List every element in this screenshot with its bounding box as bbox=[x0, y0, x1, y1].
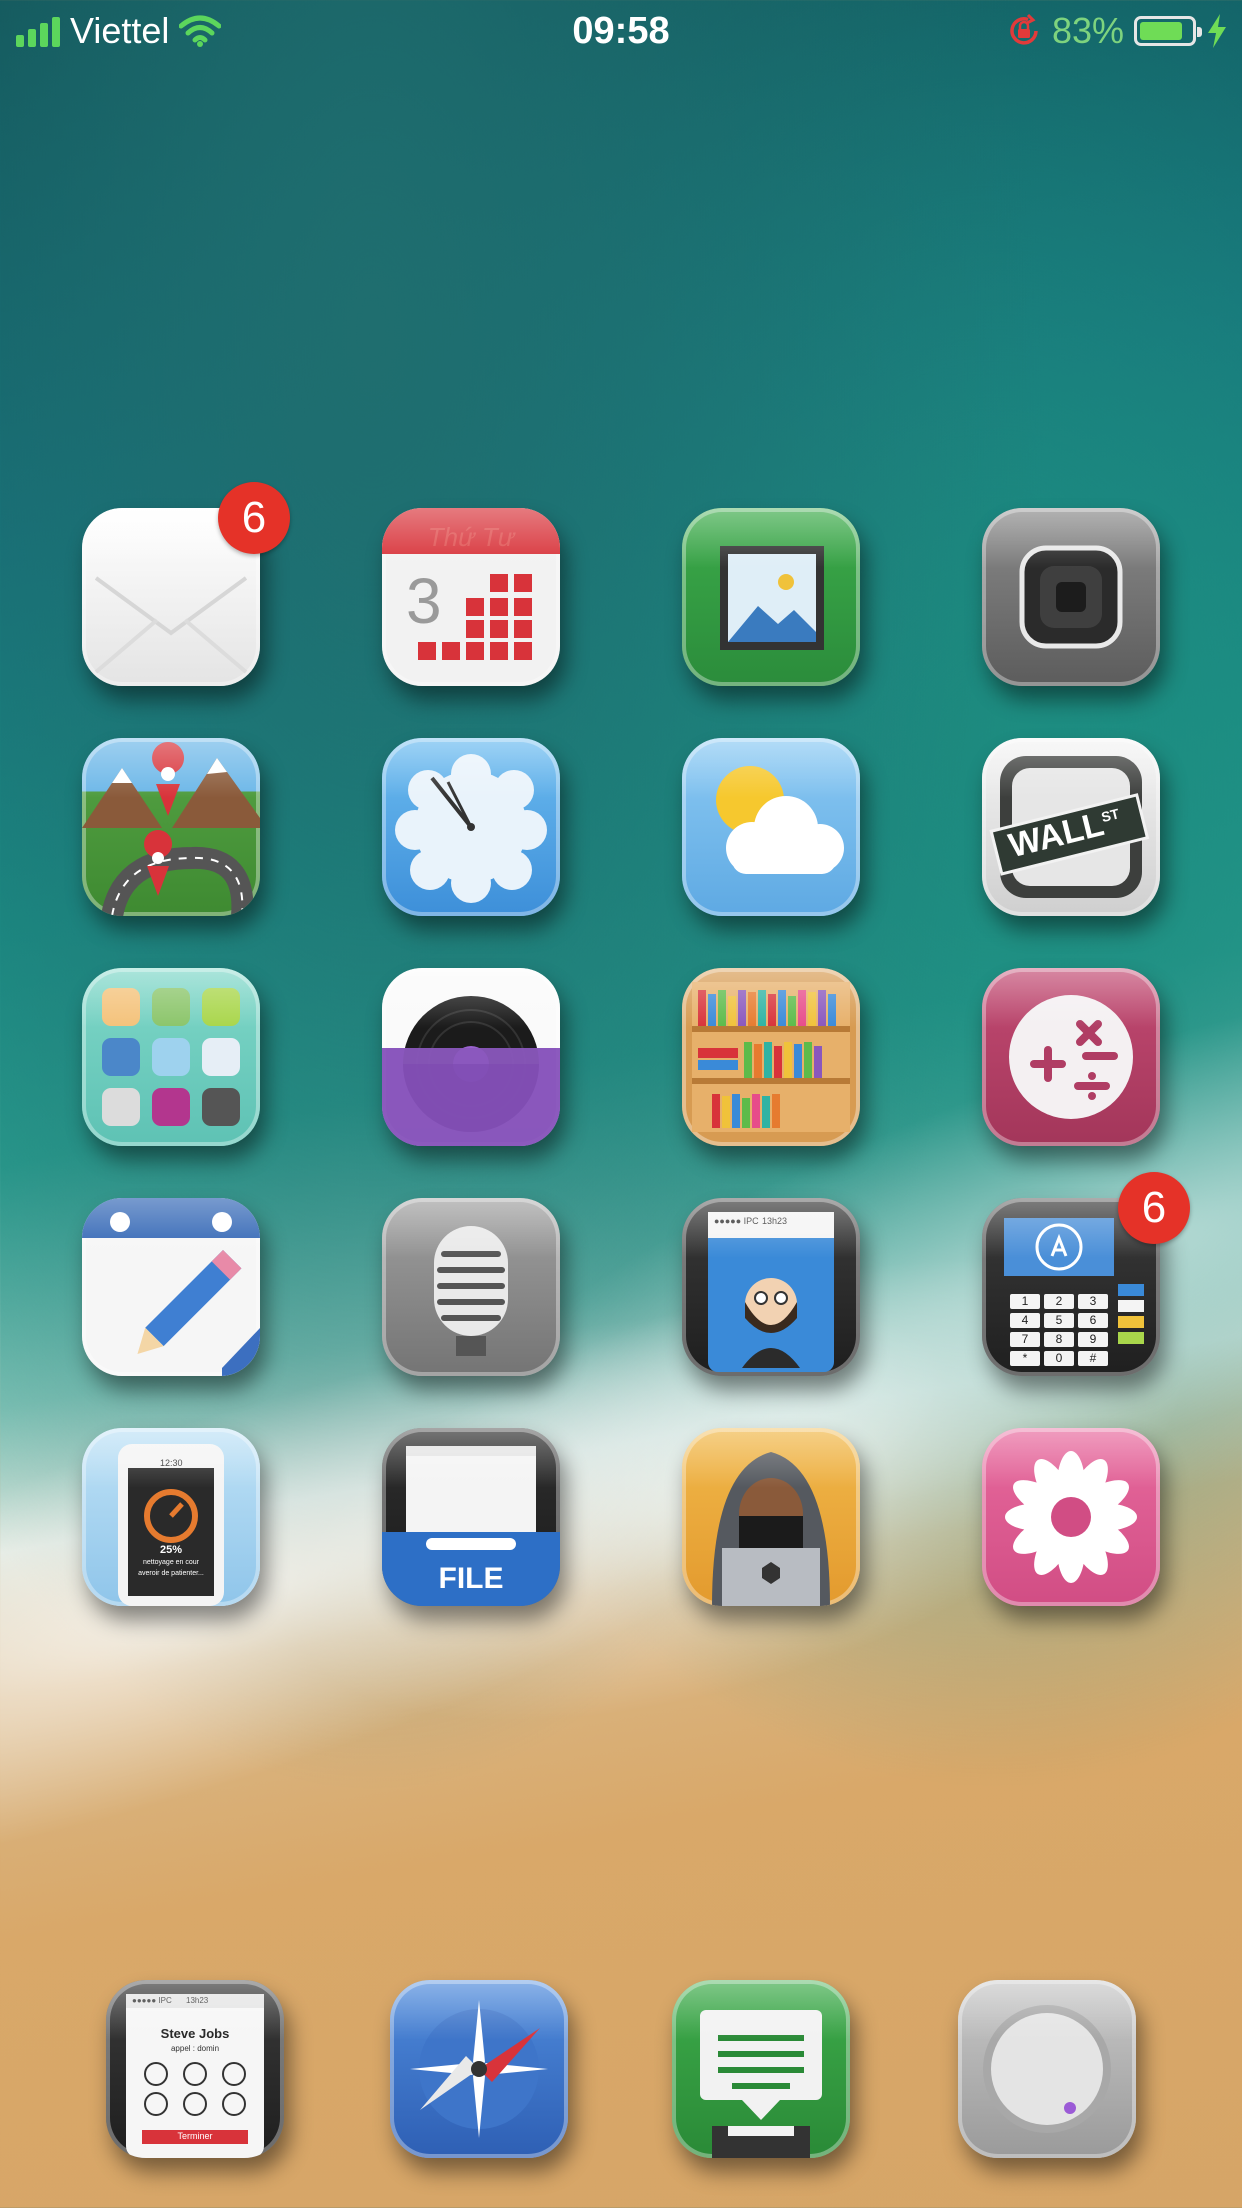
app-files[interactable]: FILE bbox=[382, 1428, 560, 1606]
app-calculator[interactable] bbox=[982, 968, 1160, 1146]
app-flower[interactable] bbox=[982, 1428, 1160, 1606]
app-voice-memos[interactable] bbox=[382, 1198, 560, 1376]
mail-badge: 6 bbox=[218, 482, 290, 554]
app-contacts[interactable]: ●●●●● IPC 13h23 bbox=[682, 1198, 860, 1376]
microphone-icon bbox=[382, 1198, 560, 1376]
app-store-badge: 6 bbox=[1118, 1172, 1190, 1244]
map-pins-icon bbox=[82, 738, 260, 916]
dock-phone[interactable]: ●●●●● IPC 13h23 Steve Jobs appel : domin… bbox=[106, 1980, 284, 2158]
phone-cleaner-icon: 12:30 25% nettoyage en cour averoir de p… bbox=[82, 1428, 260, 1606]
keypad-key: 4 bbox=[1010, 1313, 1040, 1328]
phone-contact-icon: ●●●●● IPC 13h23 bbox=[682, 1198, 860, 1376]
picture-frame-icon bbox=[682, 508, 860, 686]
app-folder[interactable] bbox=[82, 968, 260, 1146]
status-bar: Viettel 09:58 83% bbox=[0, 0, 1242, 62]
knob-icon bbox=[958, 1980, 1136, 2158]
sun-cloud-icon bbox=[682, 738, 860, 916]
keypad-key: * bbox=[1010, 1351, 1040, 1366]
compass-icon bbox=[390, 1980, 568, 2158]
app-stocks[interactable]: WALLST bbox=[982, 738, 1160, 916]
wall-street-sign-icon: WALLST bbox=[982, 738, 1160, 916]
app-photos[interactable] bbox=[682, 508, 860, 686]
status-right: 83% bbox=[1006, 10, 1228, 52]
caller-name: Steve Jobs bbox=[160, 2026, 230, 2041]
app-books[interactable] bbox=[682, 968, 860, 1146]
message-printer-icon bbox=[672, 1980, 850, 2158]
dock-settings[interactable] bbox=[958, 1980, 1136, 2158]
camera-lens-icon bbox=[982, 508, 1160, 686]
app-store[interactable]: 1 2 3 4 5 6 7 8 9 * 0 # 6 bbox=[982, 1172, 1190, 1376]
contacts-carrier: ●●●●● IPC bbox=[714, 1216, 759, 1226]
app-camera[interactable] bbox=[982, 508, 1160, 686]
folder-grid-icon bbox=[82, 968, 260, 1146]
clock-icon bbox=[382, 738, 560, 916]
keypad-key: 7 bbox=[1010, 1332, 1040, 1347]
end-call-button[interactable]: Terminer bbox=[142, 2131, 248, 2141]
dock-messages[interactable] bbox=[672, 1980, 850, 2158]
math-symbols-icon bbox=[982, 968, 1160, 1146]
calendar-icon: Thứ Tư 3 bbox=[382, 508, 560, 686]
app-cleaner[interactable]: 12:30 25% nettoyage en cour averoir de p… bbox=[82, 1428, 260, 1606]
phone-call-icon: ●●●●● IPC 13h23 Steve Jobs appel : domin… bbox=[106, 1980, 284, 2158]
keypad-key: 3 bbox=[1078, 1294, 1108, 1309]
cleaner-percent: 25% bbox=[159, 1544, 183, 1556]
phone-carrier: ●●●●● IPC bbox=[132, 1996, 172, 2005]
keypad-key: 5 bbox=[1044, 1313, 1074, 1328]
battery-icon bbox=[1134, 16, 1202, 46]
app-maps[interactable] bbox=[82, 738, 260, 916]
charging-bolt-icon bbox=[1208, 14, 1226, 48]
app-notes[interactable] bbox=[82, 1198, 260, 1376]
bookshelf-icon bbox=[682, 968, 860, 1146]
keypad-key: 6 bbox=[1078, 1313, 1108, 1328]
keypad-key: 8 bbox=[1044, 1332, 1074, 1347]
keypad-key: # bbox=[1078, 1351, 1108, 1366]
st-text: ST bbox=[1099, 805, 1121, 826]
notepad-pencil-icon bbox=[82, 1198, 260, 1376]
cleaner-line1: nettoyage en cour bbox=[142, 1559, 200, 1566]
cleaner-time: 12:30 bbox=[160, 1458, 183, 1468]
keypad-key: 9 bbox=[1078, 1332, 1108, 1347]
rotation-lock-icon bbox=[1010, 13, 1038, 45]
call-status: appel : domin bbox=[170, 2044, 220, 2053]
flower-icon bbox=[982, 1428, 1160, 1606]
vinyl-record-icon bbox=[382, 968, 560, 1146]
app-weather[interactable] bbox=[682, 738, 860, 916]
dock-safari[interactable] bbox=[390, 1980, 568, 2158]
battery-percent: 83% bbox=[1051, 10, 1124, 51]
hooded-hacker-icon bbox=[682, 1428, 860, 1606]
keypad-key: 1 bbox=[1010, 1294, 1040, 1309]
app-hacker[interactable] bbox=[682, 1428, 860, 1606]
app-music[interactable] bbox=[382, 968, 560, 1146]
app-clock[interactable] bbox=[382, 738, 560, 916]
keypad-key: 0 bbox=[1044, 1351, 1074, 1366]
file-drawer-icon: FILE bbox=[382, 1428, 560, 1606]
cleaner-line2: averoir de patienter... bbox=[138, 1570, 204, 1577]
keypad-key: 2 bbox=[1044, 1294, 1074, 1309]
files-label: FILE bbox=[438, 1562, 504, 1595]
contacts-time: 13h23 bbox=[762, 1216, 788, 1226]
app-mail[interactable]: 6 bbox=[82, 482, 290, 686]
calendar-weekday: Thứ Tư bbox=[427, 522, 515, 552]
phone-time: 13h23 bbox=[186, 1996, 209, 2005]
terminal-keypad: 1 2 3 4 5 6 7 8 9 * 0 # bbox=[1010, 1294, 1110, 1366]
app-calendar[interactable]: Thứ Tư 3 bbox=[382, 508, 560, 686]
